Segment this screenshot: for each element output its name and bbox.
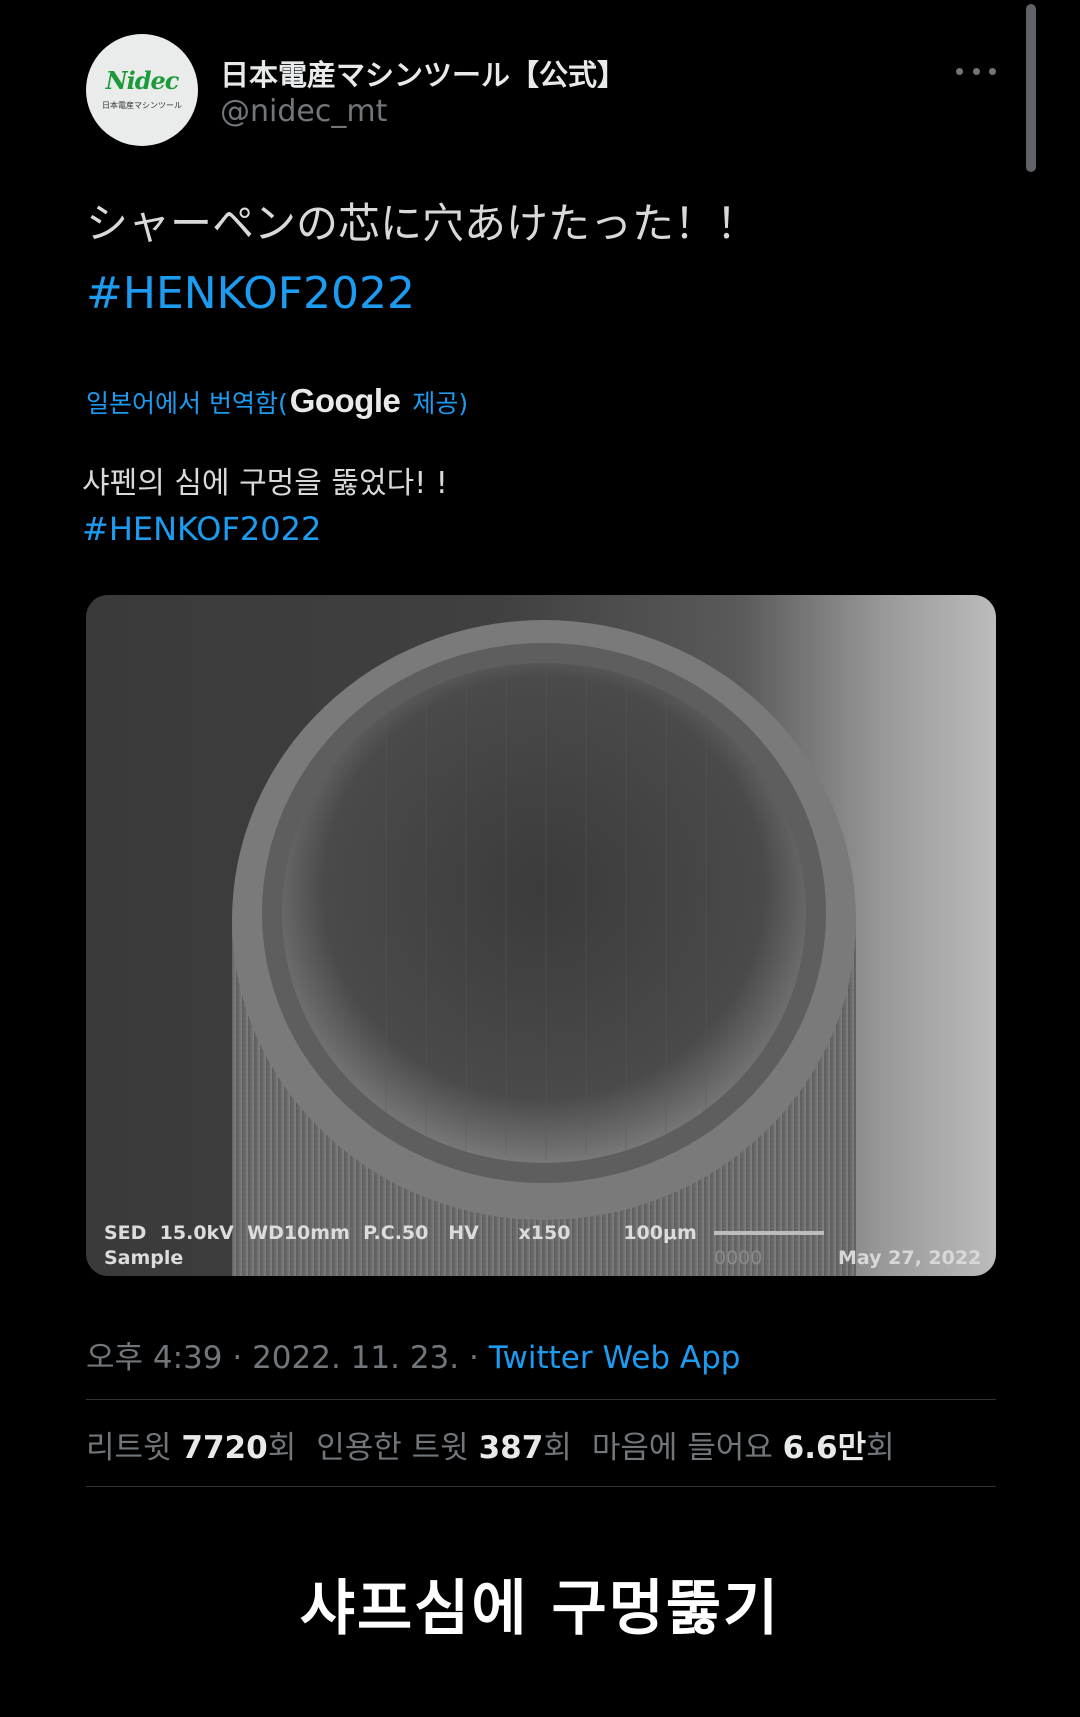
translated-text: 샤펜의 심에 구멍을 뚫었다! ! bbox=[82, 466, 448, 501]
retweet-stat[interactable]: 리트윗 7720회 bbox=[86, 1430, 296, 1466]
translated-hashtag[interactable]: #HENKOF2022 bbox=[82, 510, 321, 548]
tweet-timestamp: 오후 4:39 · 2022. 11. 23. · Twitter Web Ap… bbox=[86, 1332, 740, 1377]
user-handle[interactable]: @nidec_mt bbox=[220, 94, 387, 129]
divider bbox=[86, 1486, 996, 1487]
sem-tube-illustration bbox=[232, 620, 856, 1276]
sem-code: 0000 bbox=[714, 1247, 763, 1269]
tweet-time[interactable]: 오후 4:39 · 2022. 11. 23. · bbox=[86, 1340, 489, 1376]
tweet-hashtag[interactable]: #HENKOF2022 bbox=[86, 268, 415, 319]
like-stat[interactable]: 마음에 들어요 6.6만회 bbox=[592, 1430, 895, 1466]
more-options-icon[interactable] bbox=[956, 56, 996, 86]
quote-stat[interactable]: 인용한 트윗 387회 bbox=[316, 1430, 572, 1466]
display-name[interactable]: 日本電産マシンツール【公式】 bbox=[220, 52, 626, 94]
tweet-media-image[interactable]: SED 15.0kV WD10mm P.C.50 HV x150 100μm S… bbox=[86, 595, 996, 1276]
tweet-text: シャーペンの芯に穴あけたった！！ bbox=[86, 199, 759, 248]
divider bbox=[86, 1399, 996, 1400]
sem-date: May 27, 2022 bbox=[838, 1247, 982, 1269]
avatar-logo: Nidec bbox=[105, 66, 180, 95]
translation-label: 일본어에서 번역함( bbox=[86, 389, 288, 418]
tweet-stats: 리트윗 7720회 인용한 트윗 387회 마음에 들어요 6.6만회 bbox=[86, 1422, 895, 1467]
overlay-caption: 샤프심에 구멍뚫기 bbox=[299, 1574, 781, 1644]
sem-sample-label: Sample bbox=[104, 1247, 184, 1269]
avatar-subtitle: 日本電産マシンツール bbox=[102, 101, 182, 110]
avatar[interactable]: Nidec 日本電産マシンツール bbox=[86, 34, 198, 146]
translation-suffix: 제공) bbox=[412, 389, 469, 418]
tweet-source-link[interactable]: Twitter Web App bbox=[489, 1340, 741, 1376]
sem-scale-bar bbox=[714, 1231, 824, 1235]
scrollbar[interactable] bbox=[1026, 4, 1036, 172]
translation-attribution: 일본어에서 번역함( Google 제공) bbox=[86, 382, 468, 420]
sem-info-bar: SED 15.0kV WD10mm P.C.50 HV x150 100μm bbox=[104, 1222, 697, 1244]
google-logo: Google bbox=[289, 382, 401, 419]
